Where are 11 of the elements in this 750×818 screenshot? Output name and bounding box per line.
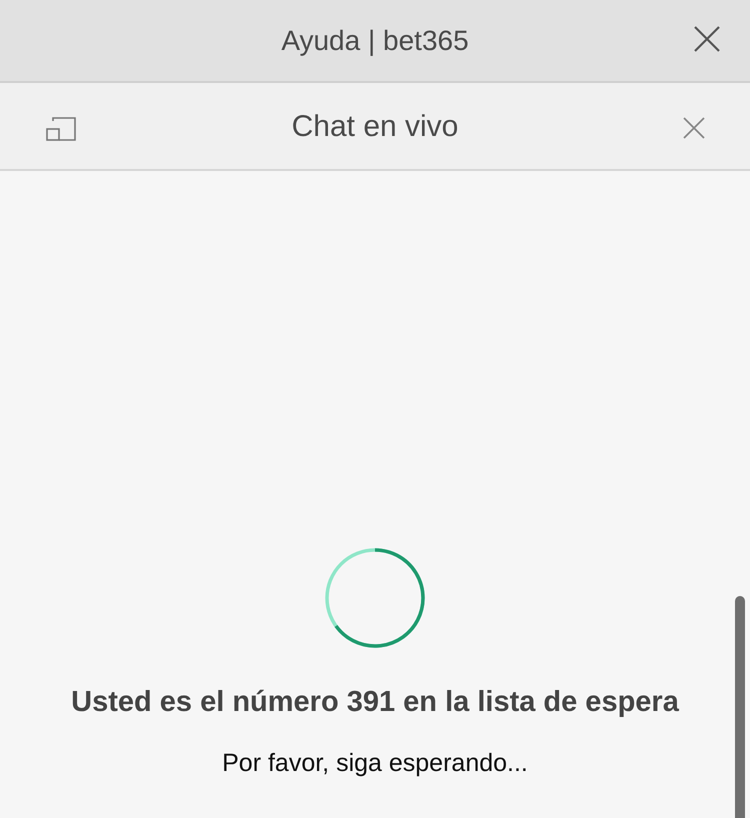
popout-button[interactable] [44, 115, 78, 143]
wait-message: Por favor, siga esperando... [222, 748, 528, 778]
loading-spinner-icon [324, 547, 426, 649]
close-button[interactable] [692, 24, 722, 54]
chat-title: Chat en vivo [292, 108, 458, 144]
popout-icon [45, 116, 77, 142]
close-chat-button[interactable] [682, 116, 706, 140]
window-title: Ayuda | bet365 [281, 24, 469, 58]
close-icon [683, 117, 705, 139]
queue-message: Usted es el número 391 en la lista de espera [71, 685, 679, 720]
close-icon [693, 25, 721, 53]
